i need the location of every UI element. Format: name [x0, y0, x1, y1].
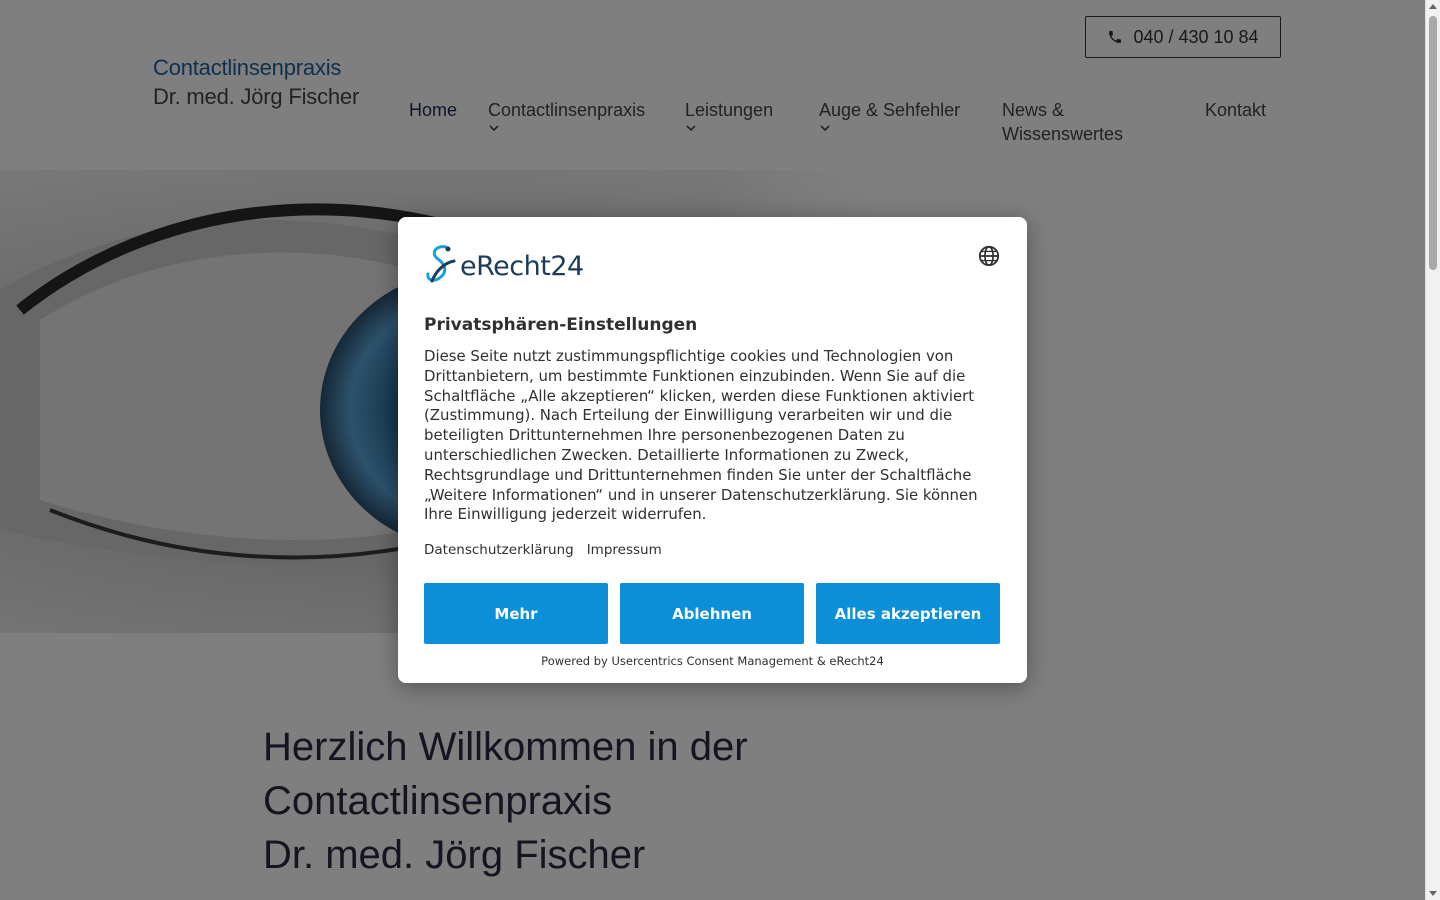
more-button[interactable]: Mehr: [424, 583, 608, 644]
scrollbar-thumb[interactable]: [1429, 16, 1437, 270]
reject-button[interactable]: Ablehnen: [620, 583, 804, 644]
accept-all-button[interactable]: Alles akzeptieren: [816, 583, 1000, 644]
erecht24-logo-icon: [426, 245, 456, 283]
scroll-up-arrow-icon[interactable]: [1429, 4, 1437, 9]
imprint-link[interactable]: Impressum: [587, 542, 662, 558]
privacy-policy-link[interactable]: Datenschutzerklärung: [424, 542, 574, 558]
consent-dialog: eRecht24 Privatsphären-Einstellungen Die…: [398, 217, 1027, 683]
consent-title: Privatsphären-Einstellungen: [424, 315, 698, 335]
page-scrollbar[interactable]: [1425, 0, 1440, 900]
erecht24-logo-text: eRecht24: [460, 250, 584, 282]
consent-links: Datenschutzerklärung Impressum: [424, 542, 662, 558]
erecht24-logo: eRecht24: [424, 243, 584, 283]
powered-by-text: Powered by Usercentrics Consent Manageme…: [541, 654, 884, 668]
consent-body-text: Diese Seite nutzt zustimmungspflichtige …: [424, 347, 978, 524]
consent-buttons: Mehr Ablehnen Alles akzeptieren: [424, 583, 1000, 644]
language-globe-icon[interactable]: [978, 245, 1000, 267]
scroll-down-arrow-icon[interactable]: [1429, 891, 1437, 896]
